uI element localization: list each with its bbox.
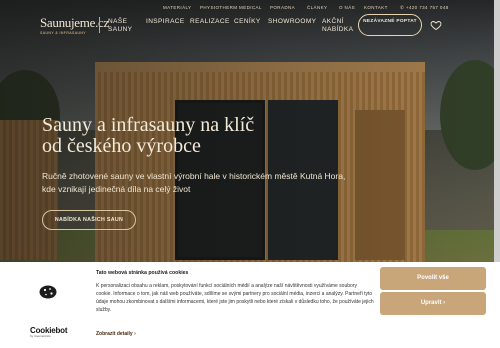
hero-title-line1: Sauny a infrasauny na klíč [42,114,255,136]
phone-number: +420 734 757 048 [405,5,449,10]
nav-item-ceniky[interactable]: Ceníky [234,18,261,26]
customize-label: Upravit [420,300,442,306]
cookie-title: Tato webová stránka používá cookies [96,270,189,276]
chevron-right-icon: › [443,300,446,306]
offer-button[interactable]: Nabídka našich saun [42,210,136,230]
nav-item-akcni-nabidka[interactable]: Akční nabídka [322,18,356,34]
topbar-link-kontakt[interactable]: Kontakt [364,5,388,10]
topbar-phone[interactable]: ✆ +420 734 757 048 [400,5,449,11]
nav-item-inspirace[interactable]: Inspirace [146,18,185,26]
customize-button[interactable]: Upravit › [380,292,486,315]
nav-item-nase-sauny[interactable]: Naše sauny [108,18,138,34]
heart-icon[interactable] [430,19,442,31]
inquiry-button[interactable]: NEZÁVAZNÉ POPTAT [358,14,422,36]
topbar-link-materialy[interactable]: Materiály [163,5,191,10]
chevron-right-icon: › [134,331,136,337]
hero-title-line2: od českého výrobce [42,135,201,157]
topbar-link-clanky[interactable]: Články [307,5,327,10]
hero-title: Sauny a infrasauny na klíč od českého vý… [42,115,342,157]
logo-divider [99,17,100,33]
topbar-link-physiotherm[interactable]: Physiotherm medical [200,5,262,10]
site-logo[interactable]: Saunujeme.cz SAUNY & INFRASAUNY [40,14,109,36]
cookie-text: K personalizaci obsahu a reklam, poskyto… [96,283,374,314]
allow-all-button[interactable]: Povolit vše [380,267,486,290]
show-details-link[interactable]: Zobrazit detaily › [96,331,136,337]
scrollbar[interactable] [494,0,500,262]
topbar-link-o-nas[interactable]: O nás [339,5,355,10]
cookie-icon [39,285,57,299]
logo-tagline: SAUNY & INFRASAUNY [40,31,87,35]
cookiebot-logo[interactable]: Cookiebot by Usercentrics [30,326,68,338]
nav-item-showroomy[interactable]: Showroomy [268,18,316,26]
topbar-link-poradna[interactable]: Poradna [270,5,295,10]
show-details-label: Zobrazit detaily [96,331,133,337]
nav-item-realizace[interactable]: Realizace [190,18,230,26]
hero-subtitle: Ručně zhotovené sauny ve vlastní výrobní… [42,171,346,194]
